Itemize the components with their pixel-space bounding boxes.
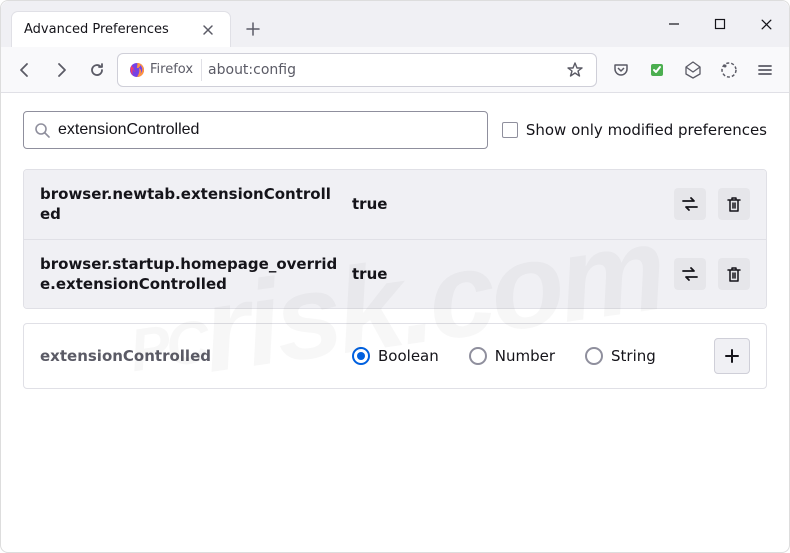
- back-button[interactable]: [9, 54, 41, 86]
- pref-row: browser.startup.homepage_override.extens…: [24, 240, 766, 309]
- navbar: Firefox about:config: [1, 47, 789, 93]
- url-text: about:config: [208, 62, 556, 78]
- radio-icon: [352, 347, 370, 365]
- create-pref-row: extensionControlled Boolean Number Strin…: [23, 323, 767, 389]
- toggle-button[interactable]: [674, 258, 706, 290]
- delete-button[interactable]: [718, 188, 750, 220]
- downloads-icon[interactable]: [713, 54, 745, 86]
- pref-actions: [674, 258, 750, 290]
- identity-box[interactable]: Firefox: [126, 59, 202, 81]
- radio-label: Boolean: [378, 347, 439, 365]
- pref-name: browser.newtab.extensionControlled: [40, 184, 340, 225]
- pref-value: true: [352, 195, 662, 213]
- radio-string[interactable]: String: [585, 347, 656, 365]
- radio-icon: [585, 347, 603, 365]
- create-pref-name: extensionControlled: [40, 347, 340, 365]
- pref-list: browser.newtab.extensionControlled true …: [23, 169, 767, 309]
- search-icon: [34, 122, 50, 138]
- radio-icon: [469, 347, 487, 365]
- delete-button[interactable]: [718, 258, 750, 290]
- pref-name: browser.startup.homepage_override.extens…: [40, 254, 340, 295]
- maximize-button[interactable]: [697, 1, 743, 47]
- bookmark-star-icon[interactable]: [562, 57, 588, 83]
- account-icon[interactable]: [677, 54, 709, 86]
- checkbox-icon: [502, 122, 518, 138]
- titlebar: Advanced Preferences: [1, 1, 789, 47]
- forward-button[interactable]: [45, 54, 77, 86]
- firefox-logo-icon: [128, 61, 146, 79]
- extension-icon[interactable]: [641, 54, 673, 86]
- radio-label: String: [611, 347, 656, 365]
- browser-tab[interactable]: Advanced Preferences: [11, 11, 231, 47]
- pocket-icon[interactable]: [605, 54, 637, 86]
- minimize-button[interactable]: [651, 1, 697, 47]
- identity-label: Firefox: [150, 62, 193, 77]
- menu-button[interactable]: [749, 54, 781, 86]
- search-row: Show only modified preferences: [23, 111, 767, 149]
- search-box[interactable]: [23, 111, 488, 149]
- reload-button[interactable]: [81, 54, 113, 86]
- toolbar-icons: [605, 54, 781, 86]
- pref-actions: [674, 188, 750, 220]
- tab-title: Advanced Preferences: [24, 22, 190, 37]
- close-window-button[interactable]: [743, 1, 789, 47]
- window-controls: [651, 1, 789, 47]
- search-input[interactable]: [58, 121, 477, 139]
- pref-row: browser.newtab.extensionControlled true: [24, 170, 766, 240]
- radio-label: Number: [495, 347, 555, 365]
- close-tab-button[interactable]: [198, 20, 218, 40]
- aboutconfig-content: Show only modified preferences browser.n…: [1, 93, 789, 407]
- show-modified-label: Show only modified preferences: [526, 121, 767, 139]
- show-modified-checkbox[interactable]: Show only modified preferences: [502, 121, 767, 139]
- pref-value: true: [352, 265, 662, 283]
- urlbar[interactable]: Firefox about:config: [117, 53, 597, 87]
- radio-boolean[interactable]: Boolean: [352, 347, 439, 365]
- type-radio-group: Boolean Number String: [352, 347, 702, 365]
- new-tab-button[interactable]: [237, 13, 269, 45]
- toggle-button[interactable]: [674, 188, 706, 220]
- radio-number[interactable]: Number: [469, 347, 555, 365]
- add-pref-button[interactable]: [714, 338, 750, 374]
